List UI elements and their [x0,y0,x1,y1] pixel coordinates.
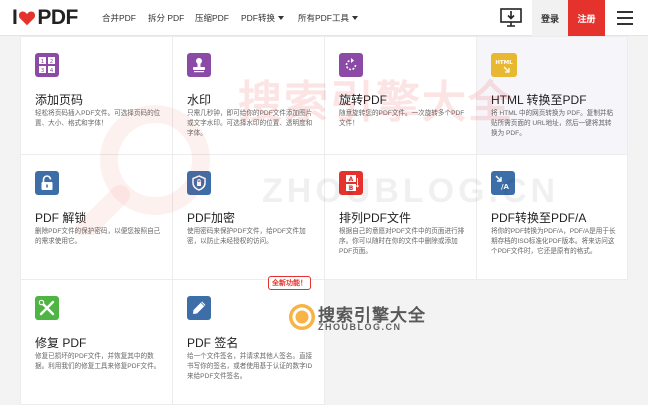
chevron-down-icon [352,16,359,20]
desktop-download-icon[interactable] [497,5,525,31]
tool-description: 随意旋转您的PDF文件。一次旋转多个PDF文件！ [339,110,465,127]
tool-title: 修复 PDF [35,336,87,350]
tool-title: 水印 [187,93,212,107]
nav-split[interactable]: 拆分 PDF [148,0,184,36]
nav-convert[interactable]: PDF转换 [241,0,285,36]
svg-text:2: 2 [50,59,54,65]
new-feature-badge: 全新功能！ [268,276,311,290]
chevron-down-icon [278,16,285,20]
tool-title: PDF转换至PDF/A [491,211,587,225]
tool-card-protect-pdf[interactable]: PDF加密 使用密码来保护PDF文件，给PDF文件加密，以防止未经授权的访问。 [172,154,325,280]
unlock-icon [35,171,59,195]
tool-title: 排列PDF文件 [339,211,412,225]
tool-title: 添加页码 [35,93,84,107]
tool-title: PDF加密 [187,211,236,225]
tool-title: HTML 转换至PDF [491,93,587,107]
svg-text:HTML: HTML [495,60,513,66]
ilovepdf-logo[interactable]: I PDF [12,6,78,29]
tool-description: 给一个文件签名，并请求其他人签名。直接书写你的签名，或者使用基于认证的数字ID来… [187,353,313,380]
tool-description: 将 HTML 中的网页转换为 PDF。复制并粘贴所需页面的 URL地址，然后一键… [491,110,614,137]
repair-tools-icon [35,296,59,320]
tool-description: 根据自己的意愿对PDF文件中的页面进行排序。你可以随时在你的文件中删除或添加PD… [339,228,465,255]
nav-all-tools[interactable]: 所有PDF工具 [298,0,359,36]
signature-pen-icon [187,296,211,320]
tool-title: PDF 解锁 [35,211,87,225]
tool-card-html-to-pdf[interactable]: HTML HTML 转换至PDF 将 HTML 中的网页转换为 PDF。复制并粘… [476,36,628,155]
top-navigation-bar: I PDF 合并PDF 拆分 PDF 压缩PDF PDF转换 所有PDF工具 登… [0,0,648,36]
pdfa-icon: /A [491,171,515,195]
heart-icon [19,11,36,26]
login-button[interactable]: 登录 [532,0,568,36]
page-numbers-icon: 1234 [35,53,59,77]
logo-pdf: PDF [37,6,78,29]
svg-text:4: 4 [50,68,54,74]
tool-description: 修复已损坏的PDF文件，并恢复其中的数据。利用我们的修复工具来修复PDF文件。 [35,353,161,370]
tool-card-add-page-numbers[interactable]: 1234 添加页码 轻松将页码插入PDF文件。可选择页码的位置、大小、格式和字体… [20,36,173,155]
organize-pages-icon: AB [339,171,363,195]
tool-description: 轻松将页码插入PDF文件。可选择页码的位置、大小、格式和字体！ [35,110,161,127]
tool-card-watermark[interactable]: 水印 只需几秒钟，即可给你的PDF文件添加图片或文字水印。可选择水印的位置、透明… [172,36,325,155]
svg-text:/A: /A [501,183,510,191]
svg-text:1: 1 [41,59,45,65]
tool-title: PDF 签名 [187,336,239,350]
tool-title: 旋转PDF [339,93,388,107]
svg-text:3: 3 [41,68,45,74]
tool-card-repair-pdf[interactable]: 修复 PDF 修复已损坏的PDF文件，并恢复其中的数据。利用我们的修复工具来修复… [20,279,173,405]
nav-compress[interactable]: 压缩PDF [195,0,229,36]
watermark-stamp-icon [187,53,211,77]
shield-icon [187,171,211,195]
tools-grid: 1234 添加页码 轻松将页码插入PDF文件。可选择页码的位置、大小、格式和字体… [20,36,628,405]
tool-card-unlock-pdf[interactable]: PDF 解锁 删除PDF文件的保护密码，以便您按照自己的需求使用它。 [20,154,173,280]
tool-card-pdf-to-pdfa[interactable]: /A PDF转换至PDF/A 将你的PDF转换为PDF/A，PDF/A是用于长期… [476,154,628,280]
html-to-pdf-icon: HTML [491,53,517,77]
logo-letter-i: I [12,6,18,29]
register-button[interactable]: 注册 [568,0,605,36]
tool-card-sign-pdf[interactable]: 全新功能！ PDF 签名 给一个文件签名，并请求其他人签名。直接书写你的签名，或… [172,276,325,405]
tool-card-organize-pdf[interactable]: AB 排列PDF文件 根据自己的意愿对PDF文件中的页面进行排序。你可以随时在你… [324,154,477,280]
menu-icon[interactable] [617,11,633,25]
svg-text:A: A [349,176,354,183]
tool-description: 将你的PDF转换为PDF/A，PDF/A是用于长期存档的ISO标准化PDF版本。… [491,228,616,255]
tool-description: 只需几秒钟，即可给你的PDF文件添加图片或文字水印。可选择水印的位置、透明度和字… [187,110,313,137]
nav-merge[interactable]: 合并PDF [102,0,136,36]
tool-description: 使用密码来保护PDF文件，给PDF文件加密，以防止未经授权的访问。 [187,228,306,245]
tool-card-rotate-pdf[interactable]: 旋转PDF 随意旋转您的PDF文件。一次旋转多个PDF文件！ [324,36,477,155]
rotate-icon [339,53,363,77]
svg-text:B: B [349,185,354,192]
tool-description: 删除PDF文件的保护密码，以便您按照自己的需求使用它。 [35,228,161,245]
